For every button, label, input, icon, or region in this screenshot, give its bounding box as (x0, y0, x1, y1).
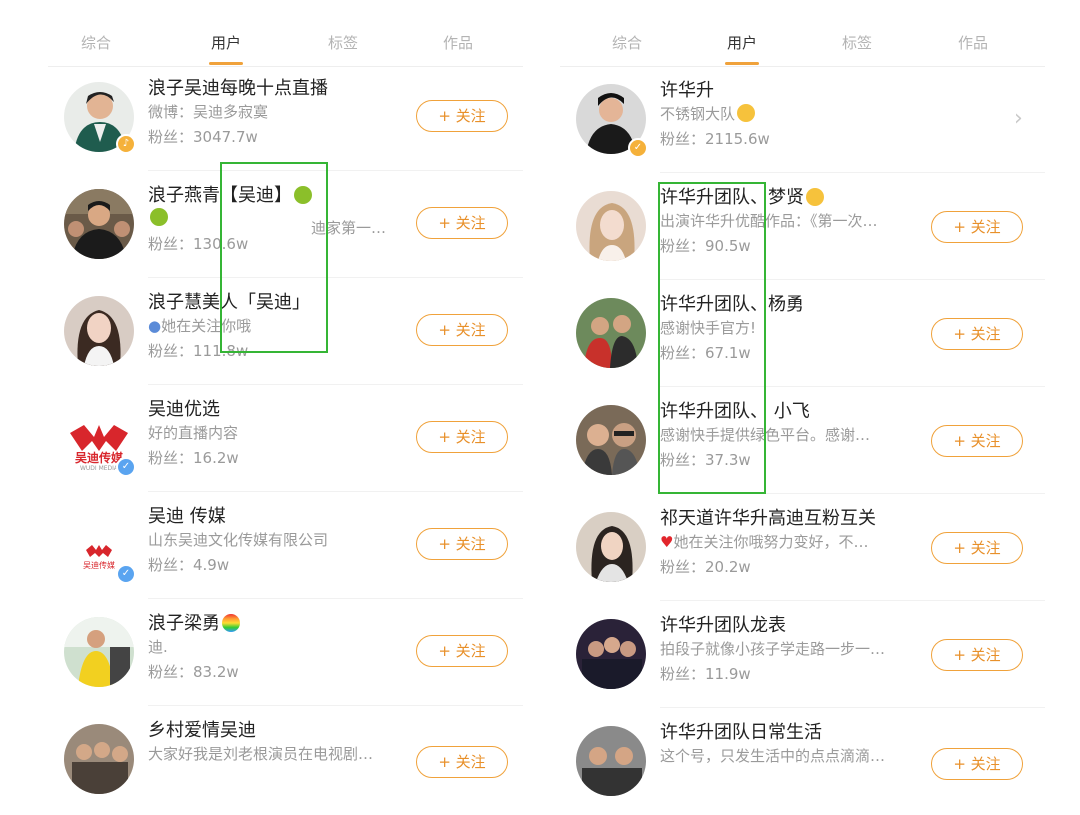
tab-works[interactable]: 作品 (413, 32, 503, 53)
chevron-right-icon[interactable]: › (1014, 106, 1023, 131)
left-search-panel: 综合 用户 标签 作品 ♪ 浪子吴迪每晚十点直播 微博：吴迪多寂寞 粉丝：304… (48, 0, 523, 794)
person-icon: ● (148, 317, 162, 335)
avatar[interactable] (64, 189, 134, 259)
verified-badge: ✓ (628, 138, 648, 158)
rock-hand-emoji-icon (737, 104, 756, 122)
search-tabs: 综合 用户 标签 作品 (560, 28, 1045, 67)
follow-button[interactable]: + 关注 (416, 421, 508, 453)
user-bio: 山东吴迪文化传媒有限公司 (148, 531, 329, 549)
user-row[interactable]: 许华升团队、杨勇 感谢快手官方! 粉丝：67.1w + 关注 (560, 280, 1045, 387)
fans-count: 粉丝：83.2w (148, 663, 239, 681)
user-bio: 迪. (148, 638, 168, 656)
tab-tags[interactable]: 标签 (298, 32, 388, 53)
fans-count: 粉丝：2115.6w (660, 130, 770, 148)
heart-icon: ♥ (660, 533, 674, 551)
user-row[interactable]: ♪ 浪子吴迪每晚十点直播 微博：吴迪多寂寞 粉丝：3047.7w + 关注 (48, 64, 523, 171)
user-row[interactable]: ✓ 许华升 不锈钢大队 粉丝：2115.6w › (560, 66, 1045, 173)
user-row[interactable]: 许华升团队、梦贤 出演许华升优酷作品：《第一次… 粉丝：90.5w + 关注 (560, 173, 1045, 280)
user-name: 乡村爱情吴迪 (148, 720, 256, 741)
follow-button[interactable]: + 关注 (931, 748, 1023, 780)
tab-users[interactable]: 用户 (181, 32, 271, 65)
dragon-emoji-icon (150, 208, 168, 226)
follow-button[interactable]: + 关注 (416, 635, 508, 667)
verified-badge: ✓ (116, 457, 136, 477)
user-bio-text: 她在关注你哦努力变好，不… (673, 533, 869, 551)
fans-count: 粉丝：3047.7w (148, 128, 258, 146)
avatar[interactable] (576, 298, 646, 368)
user-bio: ♥她在关注你哦努力变好，不… (660, 531, 868, 552)
user-bio: 拍段子就像小孩子学走路一步一… (660, 640, 886, 658)
tab-tags[interactable]: 标签 (812, 32, 902, 53)
user-row[interactable]: 许华升团队、 小飞 感谢快手提供绿色平台。感谢… 粉丝：37.3w + 关注 (560, 387, 1045, 494)
follow-button[interactable]: + 关注 (931, 532, 1023, 564)
fans-count: 粉丝：16.2w (148, 449, 239, 467)
user-name: 浪子吴迪每晚十点直播 (148, 78, 328, 99)
avatar[interactable] (64, 617, 134, 687)
user-row[interactable]: 浪子梁勇 迪. 粉丝：83.2w + 关注 (48, 599, 523, 706)
fans-count: 粉丝：20.2w (660, 558, 751, 576)
user-row[interactable]: 许华升团队日常生活 这个号，只发生活中的点点滴滴… + 关注 (560, 708, 1045, 815)
follow-button[interactable]: + 关注 (416, 528, 508, 560)
follow-button[interactable]: + 关注 (416, 314, 508, 346)
tab-users-label: 用户 (210, 34, 241, 52)
verified-badge: ✓ (116, 564, 136, 584)
follow-button[interactable]: + 关注 (416, 100, 508, 132)
user-name: 浪子梁勇 (148, 609, 240, 635)
follow-button[interactable]: + 关注 (931, 318, 1023, 350)
fans-count: 粉丝：4.9w (148, 556, 230, 574)
rainbow-emoji-icon (222, 614, 240, 632)
user-row[interactable]: 祁天道许华升高迪互粉互关 ♥她在关注你哦努力变好，不… 粉丝：20.2w + 关… (560, 494, 1045, 601)
user-name-continued (148, 208, 168, 227)
avatar[interactable] (64, 724, 134, 794)
user-name: 吴迪 传媒 (148, 506, 226, 527)
avatar[interactable] (576, 512, 646, 582)
user-name: 祁天道许华升高迪互粉互关 (660, 508, 876, 529)
highlight-box (220, 162, 328, 353)
follow-button[interactable]: + 关注 (931, 639, 1023, 671)
avatar[interactable] (64, 296, 134, 366)
user-bio: 不锈钢大队 (660, 103, 756, 124)
user-row[interactable]: 许华升团队龙表 拍段子就像小孩子学走路一步一… 粉丝：11.9w + 关注 (560, 601, 1045, 708)
user-bio: 这个号，只发生活中的点点滴滴… (660, 747, 886, 765)
kiss-face-emoji-icon (806, 188, 824, 206)
avatar[interactable] (576, 726, 646, 796)
user-row[interactable]: 乡村爱情吴迪 大家好我是刘老根演员在电视剧… + 关注 (48, 706, 523, 813)
follow-button[interactable]: + 关注 (931, 211, 1023, 243)
tab-general[interactable]: 综合 (582, 32, 672, 53)
tab-users-label: 用户 (726, 34, 757, 52)
user-bio: 微博：吴迪多寂寞 (148, 103, 269, 121)
avatar[interactable] (576, 405, 646, 475)
search-tabs: 综合 用户 标签 作品 (48, 28, 523, 67)
user-bio: 好的直播内容 (148, 424, 239, 442)
user-name: 许华升团队日常生活 (660, 722, 822, 743)
right-search-panel: 综合 用户 标签 作品 ✓ 许华升 不锈钢大队 粉丝：2115.6w › 许华升… (560, 0, 1045, 796)
highlight-box (658, 182, 766, 494)
user-name: 许华升 (660, 80, 714, 101)
user-row[interactable]: 吴迪传媒 ✓ 吴迪 传媒 山东吴迪文化传媒有限公司 粉丝：4.9w + 关注 (48, 492, 523, 599)
user-row[interactable]: 吴迪传媒 WUDI MEDIA ✓ 吴迪优选 好的直播内容 粉丝：16.2w +… (48, 385, 523, 492)
user-bio: 大家好我是刘老根演员在电视剧… (148, 745, 374, 763)
user-bio-text: 不锈钢大队 (660, 105, 736, 123)
tab-users[interactable]: 用户 (697, 32, 787, 65)
follow-button[interactable]: + 关注 (416, 207, 508, 239)
user-name-text: 浪子梁勇 (148, 613, 220, 634)
tab-general[interactable]: 综合 (51, 32, 141, 53)
fans-count: 粉丝：11.9w (660, 665, 751, 683)
avatar[interactable] (576, 619, 646, 689)
follow-button[interactable]: + 关注 (931, 425, 1023, 457)
tab-works[interactable]: 作品 (928, 32, 1018, 53)
follow-button[interactable]: + 关注 (416, 746, 508, 778)
active-tab-indicator (725, 62, 759, 65)
user-name: 吴迪优选 (148, 399, 220, 420)
verified-badge: ♪ (116, 134, 136, 154)
avatar[interactable] (576, 191, 646, 261)
user-name: 许华升团队龙表 (660, 615, 786, 636)
